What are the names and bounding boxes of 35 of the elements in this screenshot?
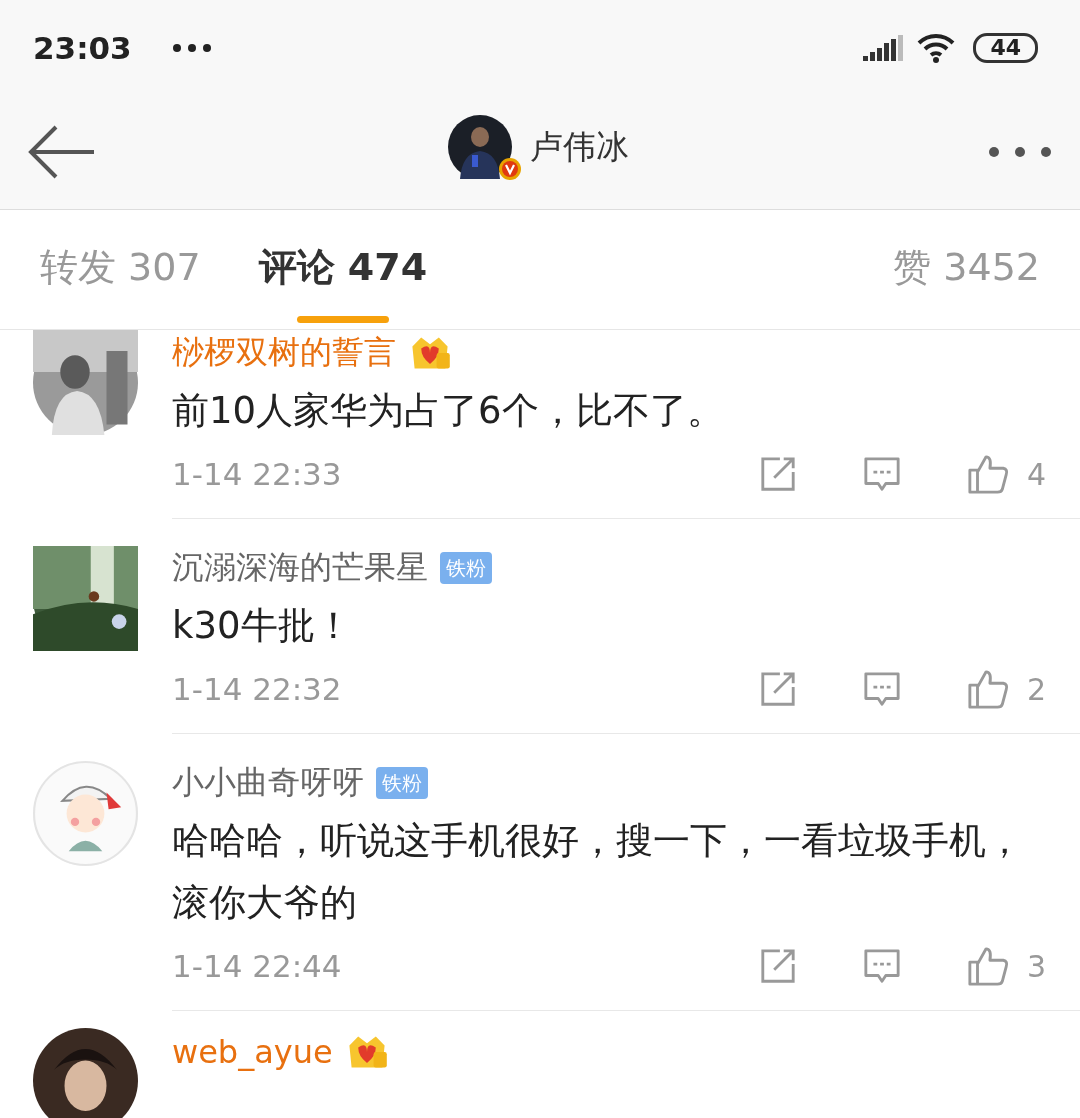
signal-icon <box>863 33 906 62</box>
comment-icon[interactable] <box>862 670 901 708</box>
tab[interactable]: 赞 3452 <box>893 210 1040 329</box>
like-count: 4 <box>1026 456 1046 492</box>
profile-name: 卢伟冰 <box>530 125 629 168</box>
comment-time: 1-14 22:32 <box>172 671 342 707</box>
like-count: 2 <box>1026 671 1046 707</box>
share-icon[interactable] <box>758 947 797 985</box>
battery-level: 44 <box>973 32 1038 63</box>
share-icon[interactable] <box>758 670 797 708</box>
commenter-name[interactable]: 小小曲奇呀呀 <box>172 761 364 805</box>
comment-time: 1-14 22:33 <box>172 456 342 492</box>
comment-icon[interactable] <box>862 947 901 985</box>
back-arrow-icon[interactable] <box>28 125 96 179</box>
comment-time: 1-14 22:44 <box>172 948 342 984</box>
comment-text: k30牛批！ <box>172 603 353 649</box>
status-time: 23:03 <box>33 29 132 66</box>
tab[interactable]: 评论 474 <box>258 210 428 329</box>
commenter-name[interactable]: web_ayue <box>172 1033 333 1071</box>
more-icon[interactable] <box>988 146 1052 158</box>
notification-dots-icon <box>171 42 212 53</box>
thumbs-up-icon[interactable] <box>966 668 1009 710</box>
fan-badge: 铁粉 <box>440 552 492 584</box>
comment-text: 哈哈哈，听说这手机很好，搜一下，一看垃圾手机，滚你大爷的 <box>172 818 1024 926</box>
like-count: 3 <box>1026 948 1046 984</box>
comment-icon[interactable] <box>862 455 901 493</box>
fan-badge: 铁粉 <box>376 767 428 799</box>
share-icon[interactable] <box>758 455 797 493</box>
comment-text: 前10人家华为占了6个，比不了。 <box>172 388 725 434</box>
commenter-name[interactable]: 沉溺深海的芒果星 <box>172 546 428 590</box>
thumbs-up-icon[interactable] <box>966 945 1009 987</box>
tab[interactable]: 转发 307 <box>40 210 201 329</box>
thumbs-up-icon[interactable] <box>966 453 1009 495</box>
wifi-icon <box>917 32 956 63</box>
commenter-name[interactable]: 桫椤双树的誓言 <box>172 331 396 375</box>
